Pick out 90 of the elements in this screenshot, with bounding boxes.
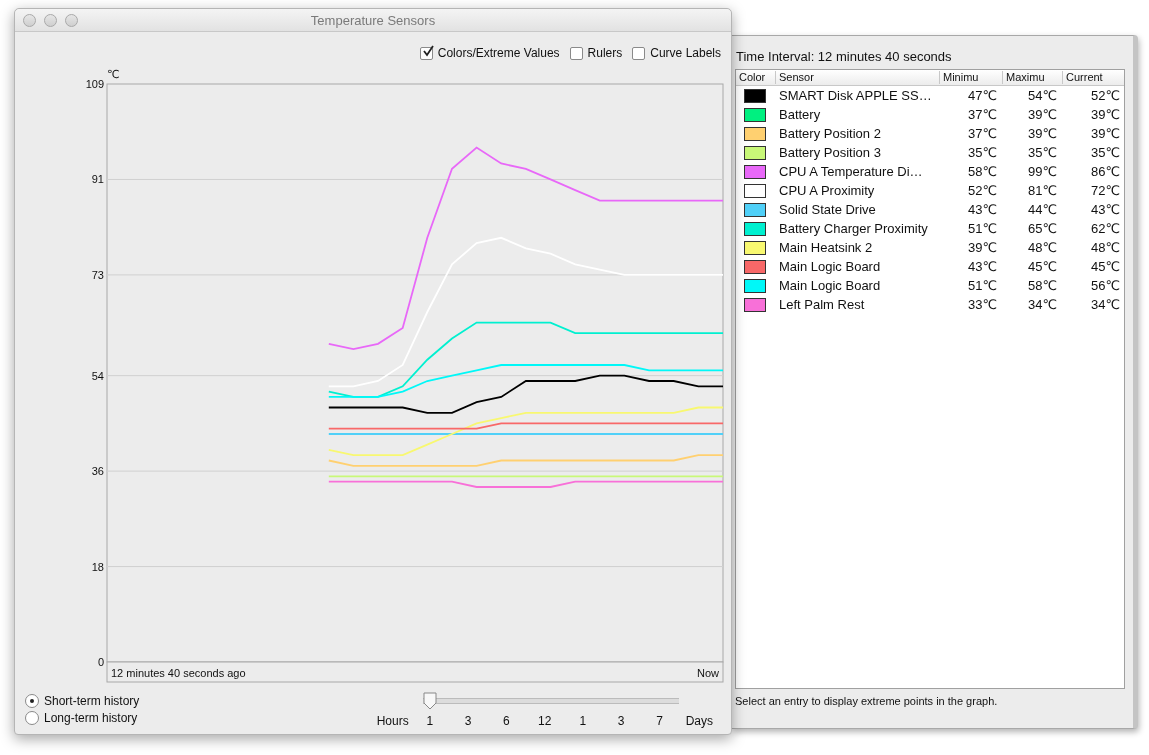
max-value: 54℃	[1026, 88, 1058, 103]
column-header[interactable]: Minimu	[939, 71, 1002, 84]
current-value: 39℃	[1089, 126, 1121, 141]
radio-label: Long-term history	[44, 711, 138, 725]
current-value: 86℃	[1089, 164, 1121, 179]
max-value: 81℃	[1026, 183, 1058, 198]
max-value: 44℃	[1026, 202, 1058, 217]
sensor-name: CPU A Temperature Di…	[778, 164, 924, 179]
sensor-name: Battery Charger Proximity	[778, 221, 929, 236]
current-value: 45℃	[1089, 259, 1121, 274]
current-value: 72℃	[1089, 183, 1121, 198]
min-value: 37℃	[966, 126, 998, 141]
end-time-label: Now	[697, 667, 719, 679]
days-label: Days	[684, 714, 713, 728]
column-header[interactable]: Current	[1062, 71, 1125, 84]
current-value: 35℃	[1089, 145, 1121, 160]
checkbox[interactable]	[632, 46, 646, 60]
sensor-name: Main Logic Board	[778, 259, 882, 274]
y-tick-label: 54	[91, 369, 104, 382]
min-value: 35℃	[966, 145, 998, 160]
radio-button[interactable]	[25, 694, 39, 708]
current-value: 62℃	[1089, 221, 1121, 236]
tick-label: 3	[616, 714, 626, 728]
max-value: 65℃	[1026, 221, 1058, 236]
max-value: 35℃	[1026, 145, 1058, 160]
tick-label: 12	[536, 714, 553, 728]
min-value: 43℃	[966, 202, 998, 217]
min-value: 33℃	[966, 297, 998, 312]
y-tick-label: 91	[91, 173, 104, 186]
max-value: 48℃	[1026, 240, 1058, 255]
sensor-name: Left Palm Rest	[778, 297, 866, 312]
checkbox-label: Colors/Extreme Values	[437, 46, 560, 60]
min-value: 37℃	[966, 107, 998, 122]
min-value: 52℃	[966, 183, 998, 198]
start-time-label: 12 minutes 40 seconds ago	[111, 667, 246, 679]
y-tick-label: 0	[97, 656, 104, 668]
max-value: 39℃	[1026, 107, 1058, 122]
hint-text: Select an entry to display extreme points in the graph.	[735, 694, 999, 707]
checkbox-label: Curve Labels	[650, 46, 721, 60]
column-header[interactable]: Color	[736, 71, 775, 84]
y-tick-label: 109	[85, 78, 104, 90]
checkbox-label: Rulers	[587, 46, 623, 60]
radio-button[interactable]	[25, 711, 39, 725]
min-value: 47℃	[966, 88, 998, 103]
tick-label: 1	[578, 714, 588, 728]
checkbox[interactable]	[419, 46, 433, 60]
current-value: 52℃	[1089, 88, 1121, 103]
y-tick-label: 18	[91, 560, 104, 573]
current-value: 43℃	[1089, 202, 1121, 217]
time-interval: Time Interval: 12 minutes 40 seconds	[735, 49, 953, 66]
unit-label: ℃	[107, 68, 120, 80]
current-value: 39℃	[1089, 107, 1121, 122]
column-header[interactable]: Sensor	[775, 71, 939, 84]
window-button[interactable]	[65, 13, 78, 27]
window-title: Temperature Sensors	[310, 12, 436, 28]
y-tick-label: 73	[91, 268, 104, 281]
max-value: 99℃	[1026, 164, 1058, 179]
current-value: 56℃	[1089, 278, 1121, 293]
max-value: 39℃	[1026, 126, 1058, 141]
max-value: 58℃	[1026, 278, 1058, 293]
column-header[interactable]: Maximu	[1002, 71, 1062, 84]
sensor-name: Battery Position 2	[778, 126, 882, 141]
min-value: 58℃	[966, 164, 998, 179]
min-value: 39℃	[966, 240, 998, 255]
sensor-name: Battery	[778, 107, 822, 122]
window-button[interactable]	[44, 13, 57, 27]
min-value: 51℃	[966, 278, 998, 293]
tick-label: 6	[502, 714, 511, 728]
y-tick-label: 36	[91, 465, 104, 478]
min-value: 43℃	[966, 259, 998, 274]
max-value: 45℃	[1026, 259, 1058, 274]
hours-label: Hours	[376, 714, 410, 728]
current-value: 48℃	[1089, 240, 1121, 255]
tick-label: 7	[655, 714, 664, 728]
sensor-name: SMART Disk APPLE SS…	[778, 88, 933, 103]
slider-thumb[interactable]	[422, 692, 437, 710]
current-value: 34℃	[1089, 297, 1121, 312]
sensor-name: Main Logic Board	[778, 278, 882, 293]
window-button[interactable]	[23, 13, 36, 27]
tick-label: 3	[463, 714, 473, 728]
min-value: 51℃	[966, 221, 998, 236]
tick-label: 1	[425, 714, 435, 728]
checkmark-icon	[421, 44, 434, 57]
checkbox[interactable]	[569, 46, 583, 60]
max-value: 34℃	[1026, 297, 1058, 312]
sensor-name: Battery Position 3	[778, 145, 882, 160]
radio-label: Short-term history	[44, 694, 140, 708]
sensor-name: Solid State Drive	[778, 202, 877, 217]
sensor-name: CPU A Proximity	[778, 183, 876, 198]
sensor-name: Main Heatsink 2	[778, 240, 874, 255]
